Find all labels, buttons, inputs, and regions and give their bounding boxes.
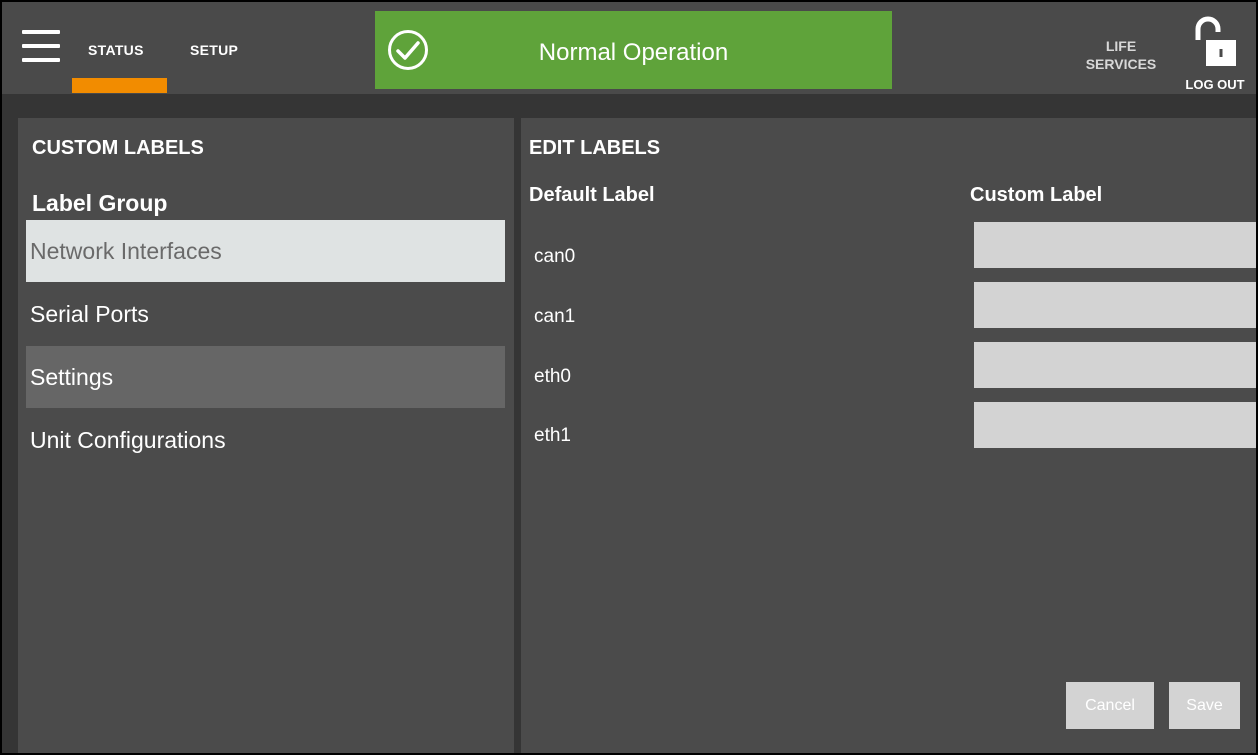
app-frame: STATUS SETUP Normal Operation LIFE SERVI… [2, 2, 1256, 753]
custom-labels-panel: CUSTOM LABELS Label Group Network Interf… [18, 118, 514, 753]
panel-title: CUSTOM LABELS [32, 137, 204, 159]
custom-label-input[interactable] [974, 282, 1256, 328]
custom-label-input[interactable] [974, 222, 1256, 268]
life-services-label-line1: LIFE [1105, 38, 1137, 54]
menu-icon[interactable] [22, 30, 60, 62]
default-label: eth0 [534, 366, 571, 387]
cancel-button[interactable]: Cancel [1066, 682, 1154, 729]
tab-status[interactable]: STATUS [88, 42, 144, 58]
top-bar: STATUS SETUP Normal Operation LIFE SERVI… [2, 2, 1256, 94]
panel-title: EDIT LABELS [529, 137, 661, 159]
custom-label-input[interactable] [974, 342, 1256, 388]
default-label: can0 [534, 246, 576, 267]
edit-labels-panel: EDIT LABELS Default Label Custom Label c… [521, 118, 1256, 753]
tab-setup[interactable]: SETUP [190, 42, 238, 58]
life-services-label-line2: SERVICES [1085, 56, 1157, 72]
default-label: eth1 [534, 425, 571, 446]
default-label: can1 [534, 306, 576, 327]
unlocked-padlock-icon [1195, 16, 1236, 66]
group-item-serial-ports[interactable]: Serial Ports [26, 283, 505, 345]
label-group-heading: Label Group [32, 190, 168, 216]
status-text: Normal Operation [538, 39, 729, 66]
active-tab-indicator [72, 78, 167, 93]
life-services-button[interactable]: LIFE SERVICES [1078, 37, 1164, 73]
logout-label: LOG OUT [1185, 77, 1245, 92]
group-item-settings[interactable]: Settings [26, 346, 505, 408]
status-banner: Normal Operation [375, 11, 892, 89]
column-header-default: Default Label [529, 184, 655, 206]
save-button[interactable]: Save [1169, 682, 1240, 729]
custom-label-input[interactable] [974, 402, 1256, 448]
logout-button[interactable]: LOG OUT [1174, 10, 1256, 92]
group-item-unit-configurations[interactable]: Unit Configurations [26, 409, 505, 471]
column-header-custom: Custom Label [970, 184, 1103, 206]
group-item-network-interfaces[interactable]: Network Interfaces [26, 220, 505, 282]
